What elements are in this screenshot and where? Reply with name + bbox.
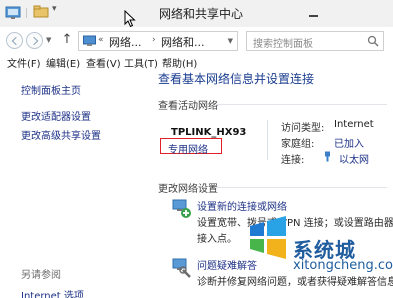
menu-file[interactable]: 文件(F) [7,55,41,70]
change-adapter-settings-link[interactable]: 更改适配器设置 [21,108,91,123]
ethernet-icon [325,151,330,162]
access-type-label: 访问类型: [281,123,325,134]
breadcrumb-network-sharing[interactable]: 网络和... [161,34,205,50]
network-name: TPLINK_HX93 [171,127,247,138]
connections-label: 连接: [281,155,305,166]
change-network-settings-heading: 更改网络设置 [158,184,218,195]
breadcrumb-chevron-icon[interactable]: « [98,35,104,45]
homegroup-label: 家庭组: [281,139,315,150]
title-bar: ▾ 网络和共享中心 [0,0,393,27]
menu-tools[interactable]: 工具(T) [124,55,158,70]
control-panel-icon[interactable] [5,5,21,20]
title-separator [26,8,27,18]
new-connection-icon [172,199,191,218]
internet-options-link[interactable]: Internet 选项 [21,287,84,298]
ethernet-link[interactable]: 以太网 [339,151,369,166]
menu-view[interactable]: 查看(V) [86,55,121,70]
quick-access-dropdown-icon[interactable]: ▾ [52,4,57,14]
xitongcheng-logo [250,216,286,259]
up-arrow-icon[interactable]: ↑ [60,32,74,48]
section-divider [215,187,387,188]
search-placeholder: 搜索控制面板 [253,39,313,50]
page-title: 查看基本网络信息并设置连接 [158,72,315,86]
setup-new-connection-link[interactable]: 设置新的连接或网络 [197,198,287,213]
see-also-heading: 另请参阅 [21,270,61,281]
section-divider [215,104,387,105]
active-networks-heading: 查看活动网络 [158,101,218,112]
network-info-divider [267,120,268,160]
access-type-value: Internet [334,119,374,130]
search-icon[interactable] [367,35,379,47]
network-sharing-center-window: ▾ 网络和共享中心 ▼ ↑ « 网络... › 网络和... ▼ 搜索控制面板 [0,0,393,298]
troubleshoot-problems-desc: 诊断并修复网络问题，或者获得疑难解答信息。 [197,277,393,288]
watermark-url: xitongcheng.com [293,258,393,273]
address-bar: ▼ ↑ « 网络... › 网络和... ▼ 搜索控制面板 [0,27,393,55]
search-box[interactable]: 搜索控制面板 [246,31,384,51]
address-box[interactable]: « 网络... › 网络和... ▼ [78,31,238,51]
menu-edit[interactable]: 编辑(E) [46,55,80,70]
setup-new-connection-desc: 设置宽带、拨号或 VPN 连接；或设置路由器或 [197,218,393,229]
minimize-button[interactable] [300,4,326,22]
menu-help[interactable]: 帮助(H) [162,55,197,70]
change-advanced-sharing-link[interactable]: 更改高级共享设置 [21,127,101,142]
window-title: 网络和共享中心 [159,7,244,21]
network-type-link[interactable]: 专用网络 [168,141,208,156]
mouse-cursor-icon [124,10,136,28]
menu-bar: 文件(F) 编辑(E) 查看(V) 工具(T) 帮助(H) [0,55,393,70]
setup-new-connection-desc-2: 接入点。 [197,234,237,245]
breadcrumb-chevron-icon[interactable]: › [152,35,156,45]
network-icon [83,35,96,46]
control-panel-home-link[interactable]: 控制面板主页 [21,82,81,97]
breadcrumb-network[interactable]: 网络... [109,34,142,50]
left-nav-pane: 控制面板主页 更改适配器设置 更改高级共享设置 另请参阅 Internet 选项 [0,70,153,298]
back-button[interactable] [6,32,23,49]
quick-access-icon[interactable] [33,5,51,19]
address-dropdown-icon[interactable]: ▼ [228,37,233,45]
recent-locations-icon[interactable]: ▼ [46,36,51,44]
forward-button[interactable] [26,32,43,49]
troubleshoot-icon [172,258,191,278]
homegroup-joined-link[interactable]: 已加入 [334,135,364,150]
